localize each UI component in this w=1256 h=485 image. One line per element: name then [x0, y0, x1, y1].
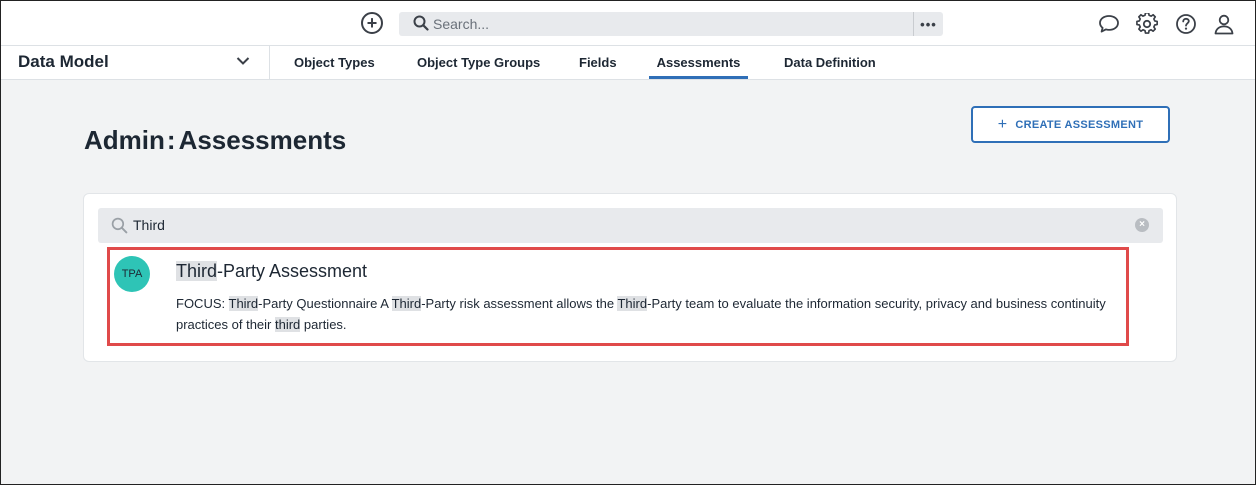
tab-assessments[interactable]: Assessments	[649, 46, 748, 79]
module-name: Data Model	[18, 52, 109, 71]
page-title-separator: :	[166, 125, 176, 155]
desc-highlight: Third	[228, 296, 259, 311]
assessment-search[interactable]: ×	[98, 208, 1163, 243]
chevron-down-icon	[236, 57, 250, 65]
result-title-highlight: Third	[176, 261, 218, 281]
assessment-search-input[interactable]	[133, 215, 1113, 235]
user-icon[interactable]	[1213, 13, 1235, 35]
page-title: Admin: Assessments	[84, 125, 346, 156]
tab-fields[interactable]: Fields	[579, 46, 617, 79]
global-search-input[interactable]	[433, 14, 903, 34]
desc-text: parties.	[300, 317, 347, 332]
help-icon[interactable]	[1175, 13, 1197, 35]
top-bar: + •••	[1, 1, 1255, 46]
create-assessment-label: CREATE ASSESSMENT	[1015, 118, 1144, 131]
avatar: TPA	[114, 256, 150, 292]
tab-object-type-groups[interactable]: Object Type Groups	[417, 46, 540, 79]
search-options-button[interactable]: •••	[913, 12, 943, 36]
clear-search-icon[interactable]: ×	[1135, 218, 1149, 232]
tab-data-definition[interactable]: Data Definition	[784, 46, 876, 79]
tab-object-types[interactable]: Object Types	[294, 46, 375, 79]
assessment-search-card: × TPA Third-Party Assessment FOCUS: Thir…	[83, 193, 1177, 362]
page-title-prefix: Admin	[84, 125, 165, 155]
desc-highlight: Third	[391, 296, 422, 311]
gear-icon[interactable]	[1136, 13, 1158, 35]
module-selector[interactable]: Data Model	[1, 46, 270, 79]
search-icon	[413, 15, 429, 31]
global-search[interactable]: •••	[399, 12, 943, 36]
page-title-main: Assessments	[178, 125, 347, 155]
add-icon[interactable]: +	[361, 12, 383, 34]
plus-icon: +	[997, 115, 1008, 133]
chat-icon[interactable]	[1098, 13, 1120, 35]
result-title-rest: -Party Assessment	[217, 261, 368, 281]
create-assessment-button[interactable]: + CREATE ASSESSMENT	[971, 106, 1170, 143]
desc-text: FOCUS:	[176, 296, 229, 311]
desc-text: -Party Questionnaire A	[258, 296, 392, 311]
result-description: FOCUS: Third-Party Questionnaire A Third…	[176, 293, 1131, 335]
app-window: + ••• Data Model	[0, 0, 1256, 485]
search-result-item[interactable]: TPA Third-Party Assessment FOCUS: Third-…	[107, 247, 1129, 346]
search-icon	[111, 217, 128, 234]
module-nav: Data Model Object Types Object Type Grou…	[1, 46, 1255, 80]
desc-text: -Party risk assessment allows the	[421, 296, 618, 311]
desc-highlight: Third	[617, 296, 648, 311]
desc-highlight: third	[275, 317, 301, 332]
result-title[interactable]: Third-Party Assessment	[176, 261, 367, 282]
